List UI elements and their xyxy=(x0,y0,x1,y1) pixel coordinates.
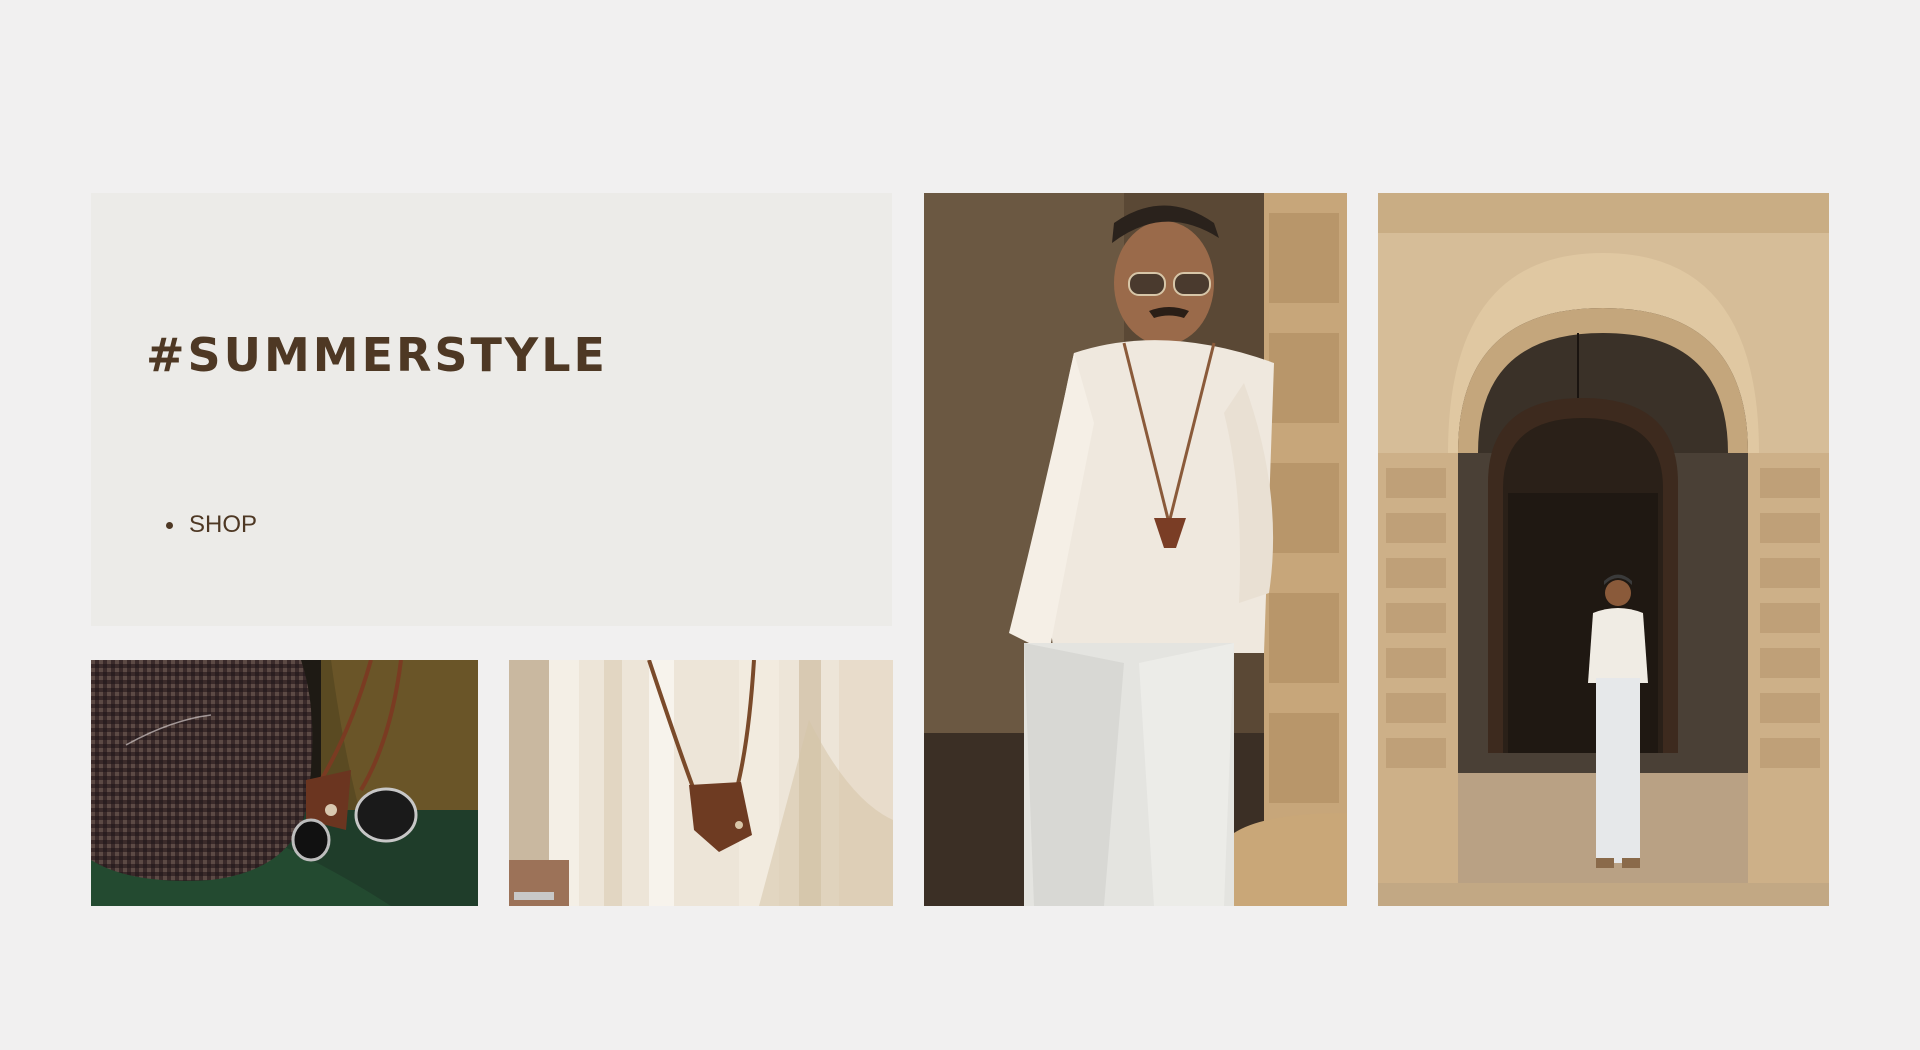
archway-image xyxy=(1378,193,1829,906)
hero-panel: #SUMMERSTYLE SHOP xyxy=(91,193,892,626)
photo-archway[interactable] xyxy=(1378,193,1829,906)
shop-link-label: SHOP xyxy=(189,511,258,538)
shop-link[interactable]: SHOP xyxy=(146,511,257,539)
hero-title: #SUMMERSTYLE xyxy=(146,328,608,382)
photo-necklace[interactable] xyxy=(509,660,893,906)
hero-link-list: SHOP xyxy=(146,511,257,539)
photo-accessories[interactable] xyxy=(91,660,478,906)
portrait-image xyxy=(924,193,1347,906)
necklace-image xyxy=(509,660,893,906)
photo-portrait[interactable] xyxy=(924,193,1347,906)
page: #SUMMERSTYLE SHOP xyxy=(0,0,1920,1050)
bullet-icon xyxy=(166,521,173,529)
accessories-image xyxy=(91,660,478,906)
